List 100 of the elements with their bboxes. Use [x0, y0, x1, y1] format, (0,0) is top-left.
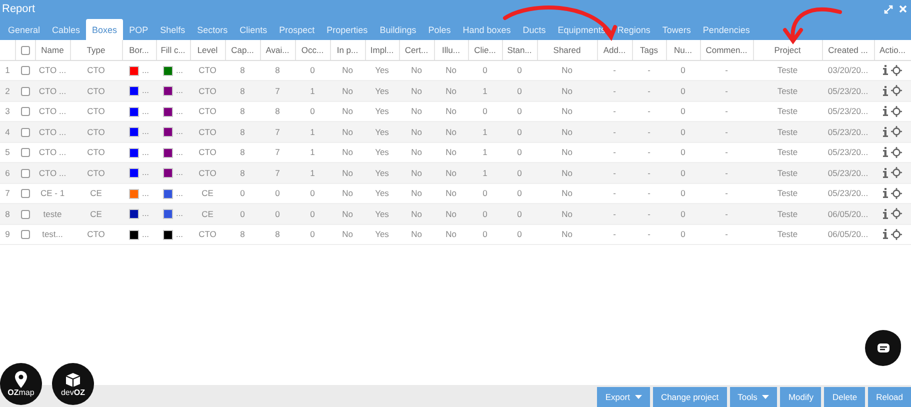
table-cell: 0: [666, 204, 700, 224]
table-cell: No: [330, 80, 365, 101]
cell-text: ...: [142, 126, 150, 136]
table-cell: 0: [666, 162, 700, 183]
crosshair-icon[interactable]: [891, 167, 902, 178]
table-cell: CTO: [190, 122, 225, 142]
logo-badge[interactable]: OZmap: [0, 363, 42, 405]
table-cell: 0: [502, 80, 537, 101]
table-cell: Yes: [365, 204, 399, 224]
column-header[interactable]: Commen...: [700, 40, 753, 60]
cell-text: ...: [142, 188, 150, 198]
crosshair-icon[interactable]: [891, 126, 902, 138]
table-cell: No: [330, 204, 365, 224]
info-icon[interactable]: [883, 86, 888, 96]
table-cell: Teste: [753, 224, 822, 244]
column-header[interactable]: Fill c...: [156, 40, 190, 60]
row-checkbox[interactable]: [20, 189, 30, 198]
row-checkbox[interactable]: [20, 148, 30, 158]
table-cell: 05/23/20...: [822, 122, 874, 142]
table-cell: test...: [35, 224, 70, 244]
row-checkbox[interactable]: [20, 230, 30, 240]
column-header[interactable]: Level: [190, 40, 225, 60]
info-icon[interactable]: [883, 229, 888, 240]
info-icon[interactable]: [883, 168, 888, 178]
table-cell: No: [330, 224, 365, 244]
table-cell: 0: [502, 162, 537, 183]
column-header[interactable]: Stan...: [502, 40, 537, 60]
table-cell: -: [597, 80, 632, 101]
row-checkbox[interactable]: [20, 210, 30, 219]
cell-text: ...: [176, 228, 184, 239]
logo-badge[interactable]: devOZ: [52, 363, 94, 405]
select-all-checkbox[interactable]: [20, 46, 30, 55]
info-icon[interactable]: [883, 65, 888, 76]
column-header[interactable]: Tags: [632, 40, 666, 60]
row-checkbox[interactable]: [20, 86, 30, 96]
column-header[interactable]: Type: [70, 40, 122, 60]
column-header[interactable]: Project: [753, 40, 822, 60]
table-cell: -: [597, 204, 632, 224]
info-icon[interactable]: [883, 147, 888, 158]
table-cell: Teste: [753, 80, 822, 101]
row-checkbox[interactable]: [20, 66, 30, 76]
row-checkbox[interactable]: [20, 168, 30, 178]
column-header[interactable]: Cap...: [225, 40, 260, 60]
table-cell: -: [700, 224, 753, 244]
table-cell: -: [700, 80, 753, 101]
column-header[interactable]: Bor...: [122, 40, 156, 60]
table-cell: 0: [295, 204, 330, 224]
crosshair-icon[interactable]: [891, 106, 902, 117]
column-header[interactable]: Clie...: [468, 40, 502, 60]
crosshair-icon[interactable]: [891, 188, 902, 199]
chat-button[interactable]: [865, 330, 901, 366]
info-icon[interactable]: [883, 208, 888, 219]
close-icon[interactable]: [899, 5, 907, 13]
column-header[interactable]: Name: [35, 40, 70, 60]
info-icon[interactable]: [883, 106, 888, 116]
crosshair-icon[interactable]: [891, 208, 902, 220]
cube-icon: [65, 372, 81, 388]
column-header[interactable]: Created ...: [822, 40, 874, 60]
crosshair-icon[interactable]: [891, 64, 902, 76]
column-header[interactable]: In p...: [330, 40, 365, 60]
info-icon[interactable]: [883, 188, 888, 198]
table-cell: No: [399, 122, 434, 142]
cell-text: ...: [142, 85, 150, 96]
crosshair-icon[interactable]: [891, 146, 902, 158]
column-header[interactable]: Shared: [537, 40, 597, 60]
table-cell: 06/05/20...: [822, 224, 874, 244]
column-header[interactable]: Cert...: [399, 40, 434, 60]
tab[interactable]: Boxes: [86, 19, 124, 40]
column-header[interactable]: Impl...: [365, 40, 399, 60]
table-cell: 0: [666, 122, 700, 142]
column-header[interactable]: Occ...: [295, 40, 330, 60]
table-cell: CE: [190, 204, 225, 224]
window-title: Report: [2, 3, 36, 15]
row-checkbox[interactable]: [20, 128, 30, 137]
column-header[interactable]: Avai...: [260, 40, 295, 60]
table-cell: 0: [295, 224, 330, 244]
crosshair-icon[interactable]: [891, 85, 902, 96]
table-cell: No: [537, 224, 597, 244]
column-header[interactable]: Add...: [597, 40, 632, 60]
cell-text: ...: [142, 208, 150, 218]
table-cell: CTO ...: [35, 122, 70, 142]
annotation-arrow: [783, 7, 842, 44]
cell-text: ...: [176, 208, 184, 218]
table-cell: No: [399, 162, 434, 183]
column-header[interactable]: Actio...: [874, 40, 911, 60]
crosshair-icon[interactable]: [891, 228, 902, 240]
cell-text: ...: [142, 146, 150, 157]
cell-text: ...: [176, 146, 184, 157]
table-cell: 05/23/20...: [822, 162, 874, 183]
column-header[interactable]: Illu...: [434, 40, 468, 60]
column-header[interactable]: Nu...: [666, 40, 700, 60]
cell-text: ...: [176, 85, 184, 96]
table-cell: 0: [468, 224, 502, 244]
cell-text: ...: [176, 106, 184, 116]
info-icon[interactable]: [883, 126, 888, 137]
cell-text: ...: [142, 64, 150, 75]
cell-text: ...: [142, 228, 150, 239]
row-checkbox[interactable]: [20, 107, 30, 116]
table-cell: No: [537, 80, 597, 101]
table-cell: Teste: [753, 162, 822, 183]
